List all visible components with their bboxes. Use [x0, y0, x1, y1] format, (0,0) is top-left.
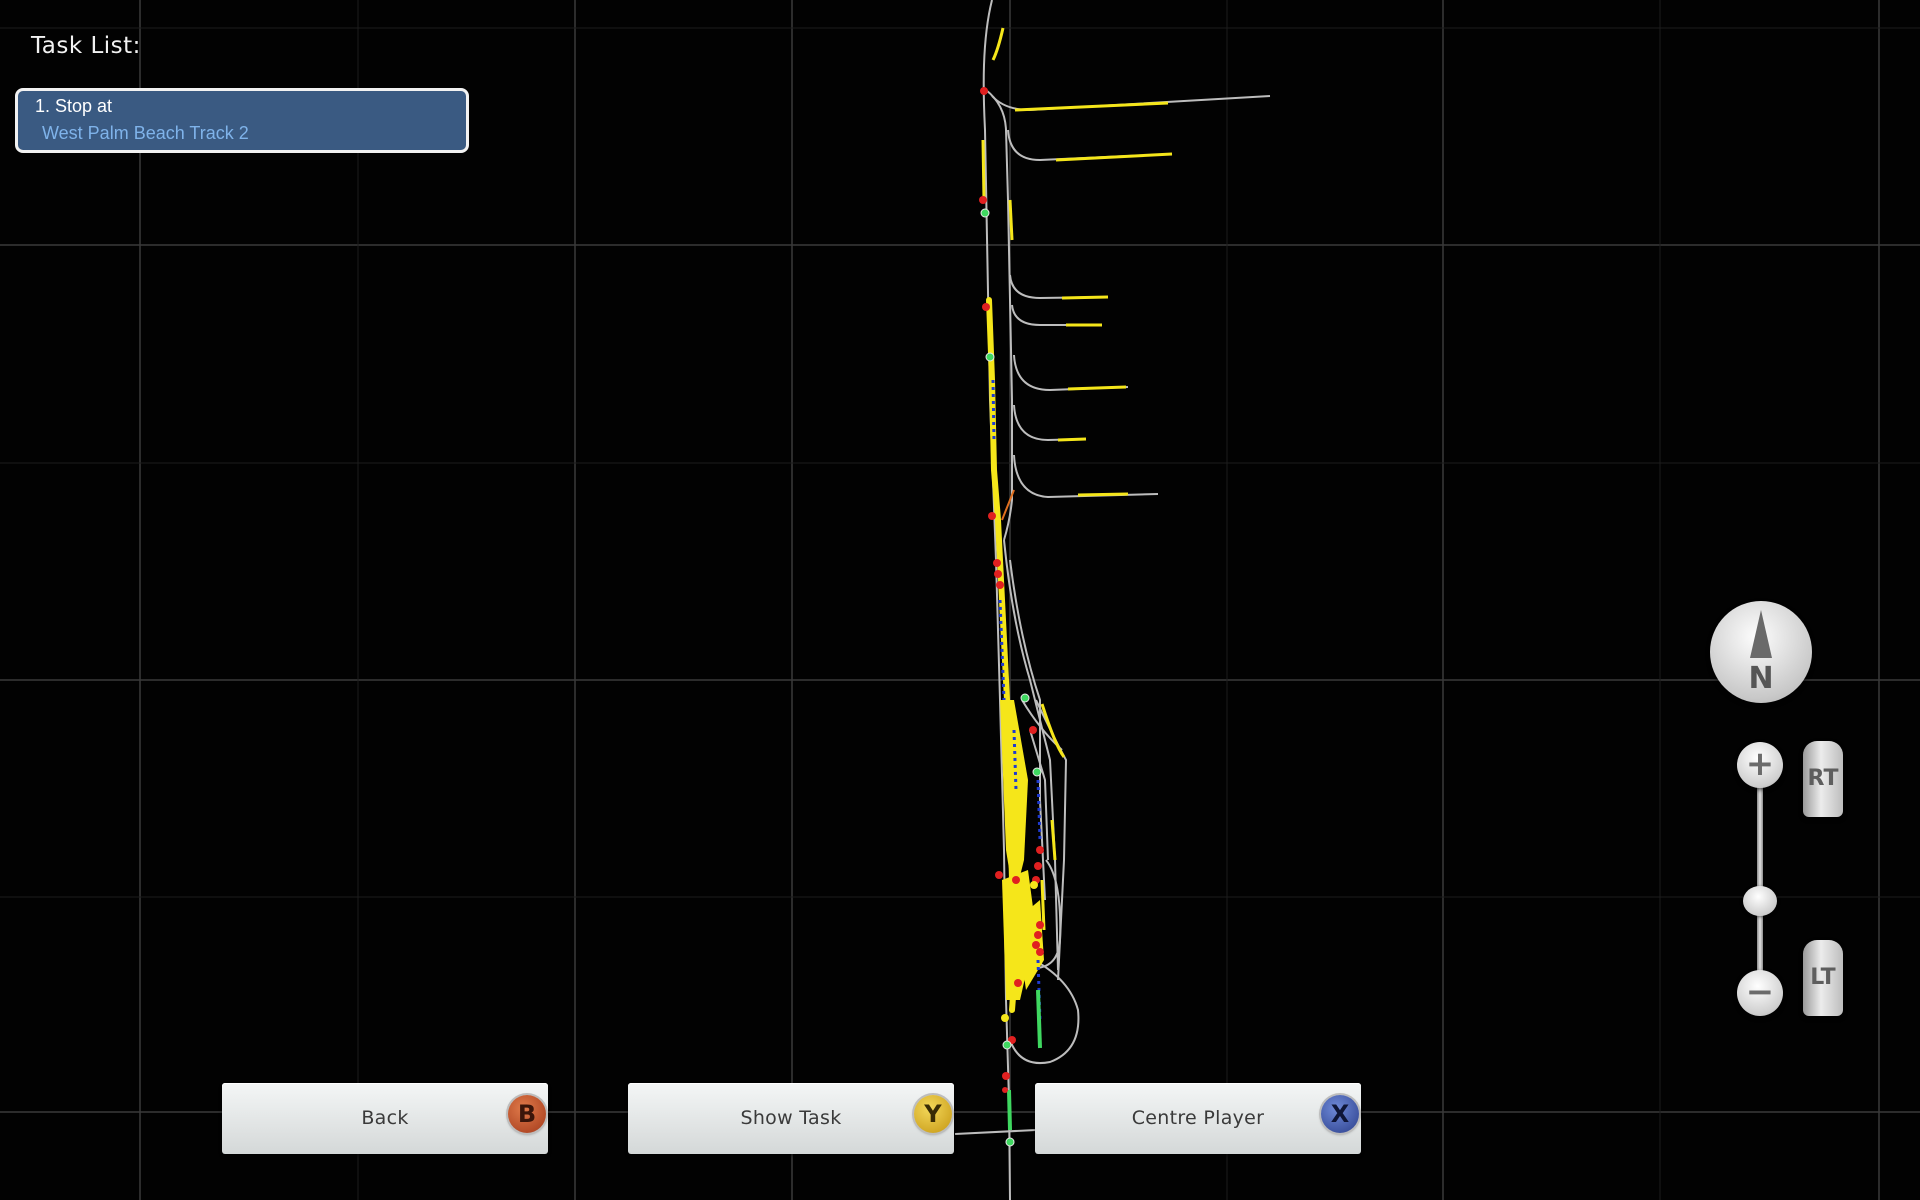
show-task-button[interactable]: Show Task Y — [628, 1083, 954, 1154]
route-highlight — [981, 139, 986, 201]
rt-trigger-icon[interactable]: RT — [1803, 741, 1843, 817]
route-highlight — [1057, 437, 1087, 442]
signal-red — [1034, 862, 1042, 870]
signal-red — [979, 196, 987, 204]
train-consist — [991, 379, 996, 441]
signal-red — [1032, 941, 1040, 949]
back-button-label: Back — [361, 1107, 409, 1129]
b-controller-button-icon: B — [508, 1095, 546, 1133]
signal-red — [980, 87, 988, 95]
signal-green — [1002, 1040, 1012, 1050]
track-map[interactable] — [0, 0, 1920, 1200]
signal-red — [1002, 1087, 1008, 1093]
back-button[interactable]: Back B — [222, 1083, 548, 1154]
signal-green — [1020, 693, 1030, 703]
signal-yellow — [1030, 881, 1038, 889]
signal-green — [980, 208, 990, 218]
signal-green — [1032, 767, 1042, 777]
signal-red — [1036, 921, 1044, 929]
route-highlight — [1050, 819, 1057, 861]
siding-track — [1013, 354, 1129, 392]
zoom-slider-track[interactable] — [1757, 760, 1763, 992]
train-consist — [1036, 779, 1042, 841]
siding-track — [1013, 404, 1087, 442]
signal-red — [993, 559, 1001, 567]
centre-player-button-label: Centre Player — [1131, 1107, 1265, 1129]
route-highlight — [1061, 295, 1109, 300]
route-highlight — [1040, 703, 1066, 758]
signal-red — [1029, 726, 1037, 734]
player-train — [1036, 989, 1042, 1049]
signal-red — [996, 581, 1004, 589]
signal-red — [988, 512, 996, 520]
signal-red — [995, 871, 1003, 879]
task-list-header: Task List: — [31, 33, 141, 59]
signal-green — [985, 352, 995, 362]
signal-red — [982, 303, 990, 311]
signal-red — [1012, 876, 1020, 884]
route-highlight — [1067, 385, 1127, 391]
signal-red — [1036, 846, 1044, 854]
task-item[interactable]: 1. Stop at West Palm Beach Track 2 — [15, 88, 469, 153]
siding-track — [1013, 454, 1159, 499]
show-task-button-label: Show Task — [740, 1107, 842, 1129]
task-item-destination: West Palm Beach Track 2 — [42, 123, 249, 143]
compass-north-label: N — [1748, 661, 1774, 696]
signal-red — [1002, 1072, 1010, 1080]
signal-green — [1005, 1137, 1015, 1147]
north-compass-icon[interactable]: N — [1710, 601, 1812, 703]
signal-yellow — [1028, 953, 1036, 961]
y-controller-button-icon: Y — [914, 1095, 952, 1133]
compass-needle-icon — [1750, 610, 1772, 658]
siding-track — [1011, 304, 1102, 326]
centre-player-button[interactable]: Centre Player X — [1035, 1083, 1361, 1154]
route-highlight — [991, 27, 1005, 61]
signal-red — [1014, 979, 1022, 987]
siding-track — [1009, 274, 1109, 300]
signal-yellow — [1001, 1014, 1009, 1022]
lt-trigger-icon[interactable]: LT — [1803, 940, 1843, 1016]
route-highlight — [1077, 492, 1129, 497]
zoom-out-button[interactable]: − — [1737, 970, 1783, 1016]
train-consist — [1012, 729, 1018, 791]
zoom-slider-thumb[interactable] — [1743, 886, 1777, 916]
signal-red — [994, 570, 1002, 578]
task-item-title: 1. Stop at — [35, 96, 113, 116]
signal-red — [1036, 948, 1044, 956]
signal-red — [1034, 931, 1042, 939]
connector-track — [954, 1129, 1037, 1135]
route-highlight — [1008, 199, 1014, 241]
player-train — [1007, 1089, 1012, 1131]
x-controller-button-icon: X — [1321, 1095, 1359, 1133]
zoom-in-button[interactable]: + — [1737, 742, 1783, 788]
route-highlight — [1055, 152, 1173, 162]
